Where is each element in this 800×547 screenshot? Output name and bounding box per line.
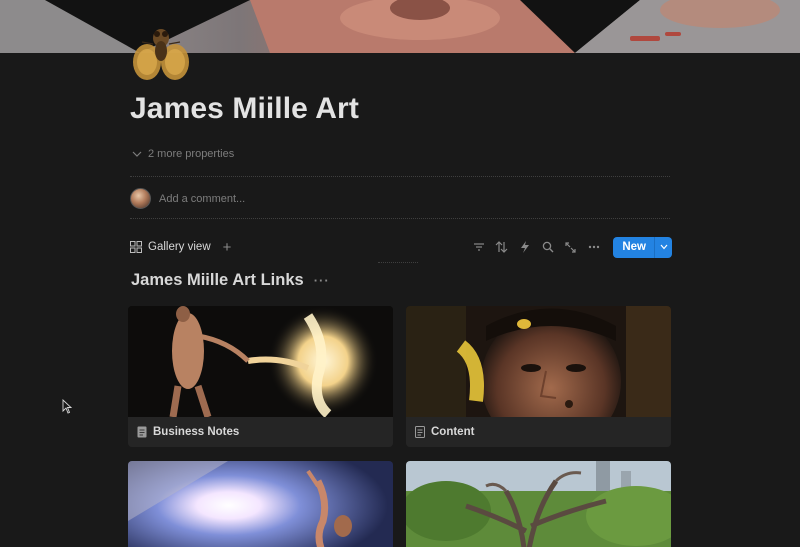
comment-input[interactable]: Add a comment... [130, 188, 245, 209]
divider [130, 218, 670, 219]
cover-image[interactable] [0, 0, 800, 53]
chevron-down-icon [132, 151, 142, 157]
add-view-button[interactable]: + [223, 240, 232, 255]
card-label: Content [431, 426, 475, 438]
tab-gallery-view[interactable]: Gallery view [130, 241, 211, 253]
divider [378, 262, 418, 263]
new-button-label: New [622, 241, 646, 253]
more-icon[interactable] [586, 240, 601, 255]
more-properties-label: 2 more properties [148, 148, 235, 160]
card-image-dancer [128, 306, 393, 417]
tab-label: Gallery view [148, 241, 211, 253]
card-label: Business Notes [153, 426, 240, 438]
document-icon [415, 426, 425, 438]
sort-icon[interactable] [494, 240, 509, 255]
document-icon [137, 426, 147, 438]
gallery-card[interactable] [128, 461, 393, 547]
section-title[interactable]: James Miille Art Links ··· [131, 271, 330, 290]
new-dropdown-button[interactable] [654, 236, 672, 258]
card-image-light-burst [128, 461, 393, 547]
gallery-card[interactable] [406, 461, 671, 547]
expand-icon[interactable] [563, 240, 578, 255]
view-tools: New [471, 236, 672, 258]
more-properties-toggle[interactable]: 2 more properties [132, 148, 234, 160]
filter-icon[interactable] [471, 240, 486, 255]
new-button[interactable]: New [613, 236, 672, 258]
card-title: Content [406, 417, 671, 447]
divider [130, 176, 670, 177]
comment-placeholder: Add a comment... [159, 192, 246, 205]
section-more-button[interactable]: ··· [314, 273, 330, 288]
mouse-cursor-icon [62, 399, 72, 414]
avatar [130, 188, 151, 209]
page-title[interactable]: James Miille Art [130, 92, 359, 126]
notion-page: James Miille Art 2 more properties Add a… [0, 0, 800, 547]
chevron-down-icon [660, 244, 667, 250]
card-image-portrait [406, 306, 671, 417]
bee-icon[interactable] [130, 18, 192, 84]
gallery-card[interactable]: Business Notes [128, 306, 393, 447]
section-title-label: James Miille Art Links [131, 271, 304, 289]
view-toolbar: Gallery view + New [130, 236, 672, 258]
search-icon[interactable] [540, 240, 555, 255]
gallery-card[interactable]: Content [406, 306, 671, 447]
automation-icon[interactable] [517, 240, 532, 255]
card-title: Business Notes [128, 417, 393, 447]
card-image-tree-sculpture [406, 461, 671, 547]
gallery-grid-icon [130, 241, 142, 253]
